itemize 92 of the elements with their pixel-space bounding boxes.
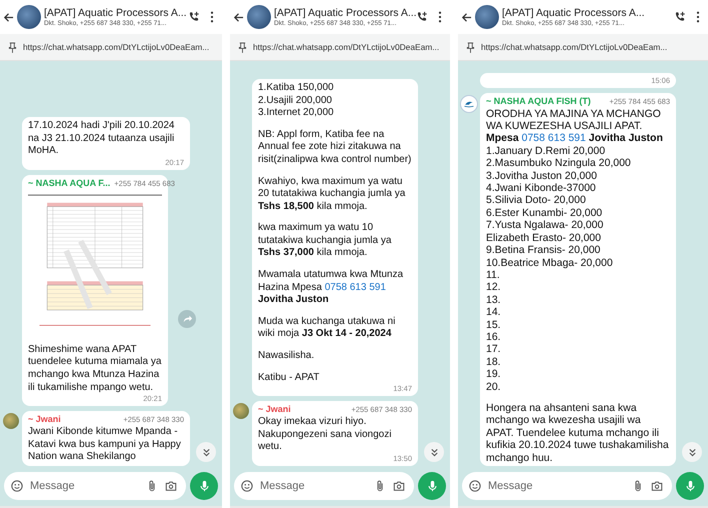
message-text: 2.Usajili 200,000 [258,94,333,108]
message-bar[interactable]: Message [462,472,672,500]
chat-title: [APAT] Aquatic Processors A... [502,7,646,20]
message-text: Okay imekaa vizuri hiyo. Nakupongezeni sana viongozi wetu. [258,416,392,454]
message-text: 17. [486,343,502,356]
more-options-icon[interactable] [210,11,214,23]
message-text: 16. [486,330,502,344]
pin-icon [466,42,475,52]
double-chevron-down-icon [688,448,696,456]
message-text: ORODHA YA MAJINA YA MCHANGO WA KUWEZESHA USAJILI APAT. [486,108,662,132]
message-input[interactable]: Message [30,480,139,492]
emoji-icon[interactable] [11,480,23,492]
message-text: 4.Jwani Kibonde-37000 [486,182,597,194]
pinned-message-bar[interactable]: https://chat.whatsapp.com/DtYLctijoLv0DeaEam... [0,34,222,61]
avatar-logo[interactable] [460,94,478,113]
message-text: Elizabeth Erasto- 20,000 [486,232,602,244]
message-text: Kwahiyo, kwa maximum ya watu 20 tutatakiwa kuchangia jumla ya Tshs 18,500 kila mmoja. [258,176,406,214]
message-text: 6.Ester Kunambi- 20,000 [486,206,604,220]
message-input[interactable]: Message [488,480,625,492]
message-text: 18. [486,356,502,368]
mic-icon [426,480,438,492]
emoji-icon[interactable] [469,480,481,492]
add-call-icon[interactable] [674,11,686,23]
message-text: Mpesa 0758 613 591 Jovitha Juston [486,132,664,145]
pinned-message-bar[interactable]: https://chat.whatsapp.com/DtYLctijoLv0DeaEam... [230,34,450,61]
message-text: Muda wa kuchanga utakuwa ni wiki moja J3 Okt 14 - 20,2024 [258,316,396,342]
back-arrow-icon[interactable] [233,12,244,22]
camera-icon[interactable] [165,480,177,492]
group-avatar[interactable] [247,5,271,29]
more-options-icon[interactable] [696,11,700,23]
message-text: 13. [486,294,502,306]
pin-icon [8,42,17,52]
pinned-message-bar[interactable]: https://chat.whatsapp.com/DtYLctijoLv0DeaEam... [458,34,708,61]
voice-message-button[interactable] [190,472,218,500]
pin-icon [238,42,247,52]
back-arrow-icon[interactable] [461,12,472,22]
phone-link[interactable]: 0758 613 591 [522,132,586,144]
voice-message-button[interactable] [418,472,446,500]
chat-title: [APAT] Aquatic Processors A... [44,7,185,20]
scroll-down-button[interactable] [424,442,444,462]
group-avatar[interactable] [475,5,499,29]
message-text: 20. [486,380,502,393]
message-text: 3.Jovitha Juston 20,000 [486,170,598,182]
message-text: 9.Betina Fransis- 20,000 [486,244,602,256]
double-chevron-down-icon [430,448,438,456]
message-text: Shimeshime wana APAT tuendelee kutuma miamala ya mchango kwa Mtunza Hazina ili tukamilishe mpango wetu. [28,344,162,394]
message-text: Katibu - APAT [258,372,320,384]
message-text: NB: Appl form, Katiba fee na Annual fee zote hizi zitakuwa na risit(zinalipwa kwa control number) [258,128,412,166]
message-text: 12. [486,281,502,294]
message-bar[interactable]: Message [234,472,414,500]
double-chevron-down-icon [202,448,210,456]
message-text: 17.10.2024 hadi J'pili 20.10.2024 na J3 21.10.2024 tutaanza usajili MoHA. [28,120,176,158]
message-text: 11. [486,268,501,282]
message-text: 1.January D.Remi 20,000 [486,144,606,158]
voice-message-button[interactable] [676,472,704,500]
message-text: 5.Silivia Doto- 20,000 [486,194,587,207]
message-text: kwa maximum ya watu 10 tutatakiwa kuchangia jumla ya Tshs 37,000 kila mmoja. [258,222,392,260]
camera-icon[interactable] [393,480,405,492]
emoji-icon[interactable] [241,480,253,492]
message-text: 10.Beatrice Mbaga- 20,000 [486,256,614,269]
message-text: 7.Yusta Ngalawa- 20,000 [486,219,604,232]
scroll-down-button[interactable] [682,442,702,462]
add-call-icon[interactable] [416,11,428,23]
camera-icon[interactable] [651,480,663,492]
pinned-link[interactable]: https://chat.whatsapp.com/DtYLctijoLv0DeaEam... [481,42,668,52]
scroll-down-button[interactable] [196,442,216,462]
mic-icon [684,480,696,492]
message-text: Nawasilisha. [258,350,316,363]
message-input[interactable]: Message [260,480,367,492]
message-text: 2.Masumbuko Nzingula 20,000 [486,157,632,170]
message-text: Jwani Kibonde kitumwe Mpanda - Katavi kwa bus kampuni ya Happy Nation wana Shekilango [28,426,182,464]
avatar-photo[interactable] [3,413,19,430]
mic-icon [198,480,210,492]
pinned-link[interactable]: https://chat.whatsapp.com/DtYLctijoLv0DeaEam... [253,42,440,52]
message-text: 15. [486,318,502,331]
pinned-link[interactable]: https://chat.whatsapp.com/DtYLctijoLv0DeaEam... [23,42,210,52]
message-text: Mwamala utatumwa kwa Mtunza Hazina Mpesa 0758 613 591 Jovitha Juston [258,269,404,307]
add-call-icon[interactable] [188,11,200,23]
message-text: 1.Katiba 150,000 [258,82,335,95]
message-text: 14. [486,306,502,319]
message-text: Hongera na ahsanteni sana kwa mchango wa kwezesha usajili wa APAT. Tuendelee kutuma mchango ili kufikia 20.10.2024 tuwe tushakamilisha mchango huu. [486,402,670,464]
more-options-icon[interactable] [438,11,442,23]
avatar-photo[interactable] [233,403,249,420]
back-arrow-icon[interactable] [3,12,14,22]
forward-icon [182,313,192,324]
group-avatar[interactable] [17,5,41,29]
sender-name[interactable]: ~ Jwani [28,414,61,424]
message-text: 19. [486,368,502,381]
sender-name[interactable]: ~ Jwani [258,404,291,414]
phone-link[interactable]: 0758 613 591 [324,282,386,293]
message-text: 3.Internet 20,000 [258,107,335,120]
message-bar[interactable]: Message [4,472,186,500]
